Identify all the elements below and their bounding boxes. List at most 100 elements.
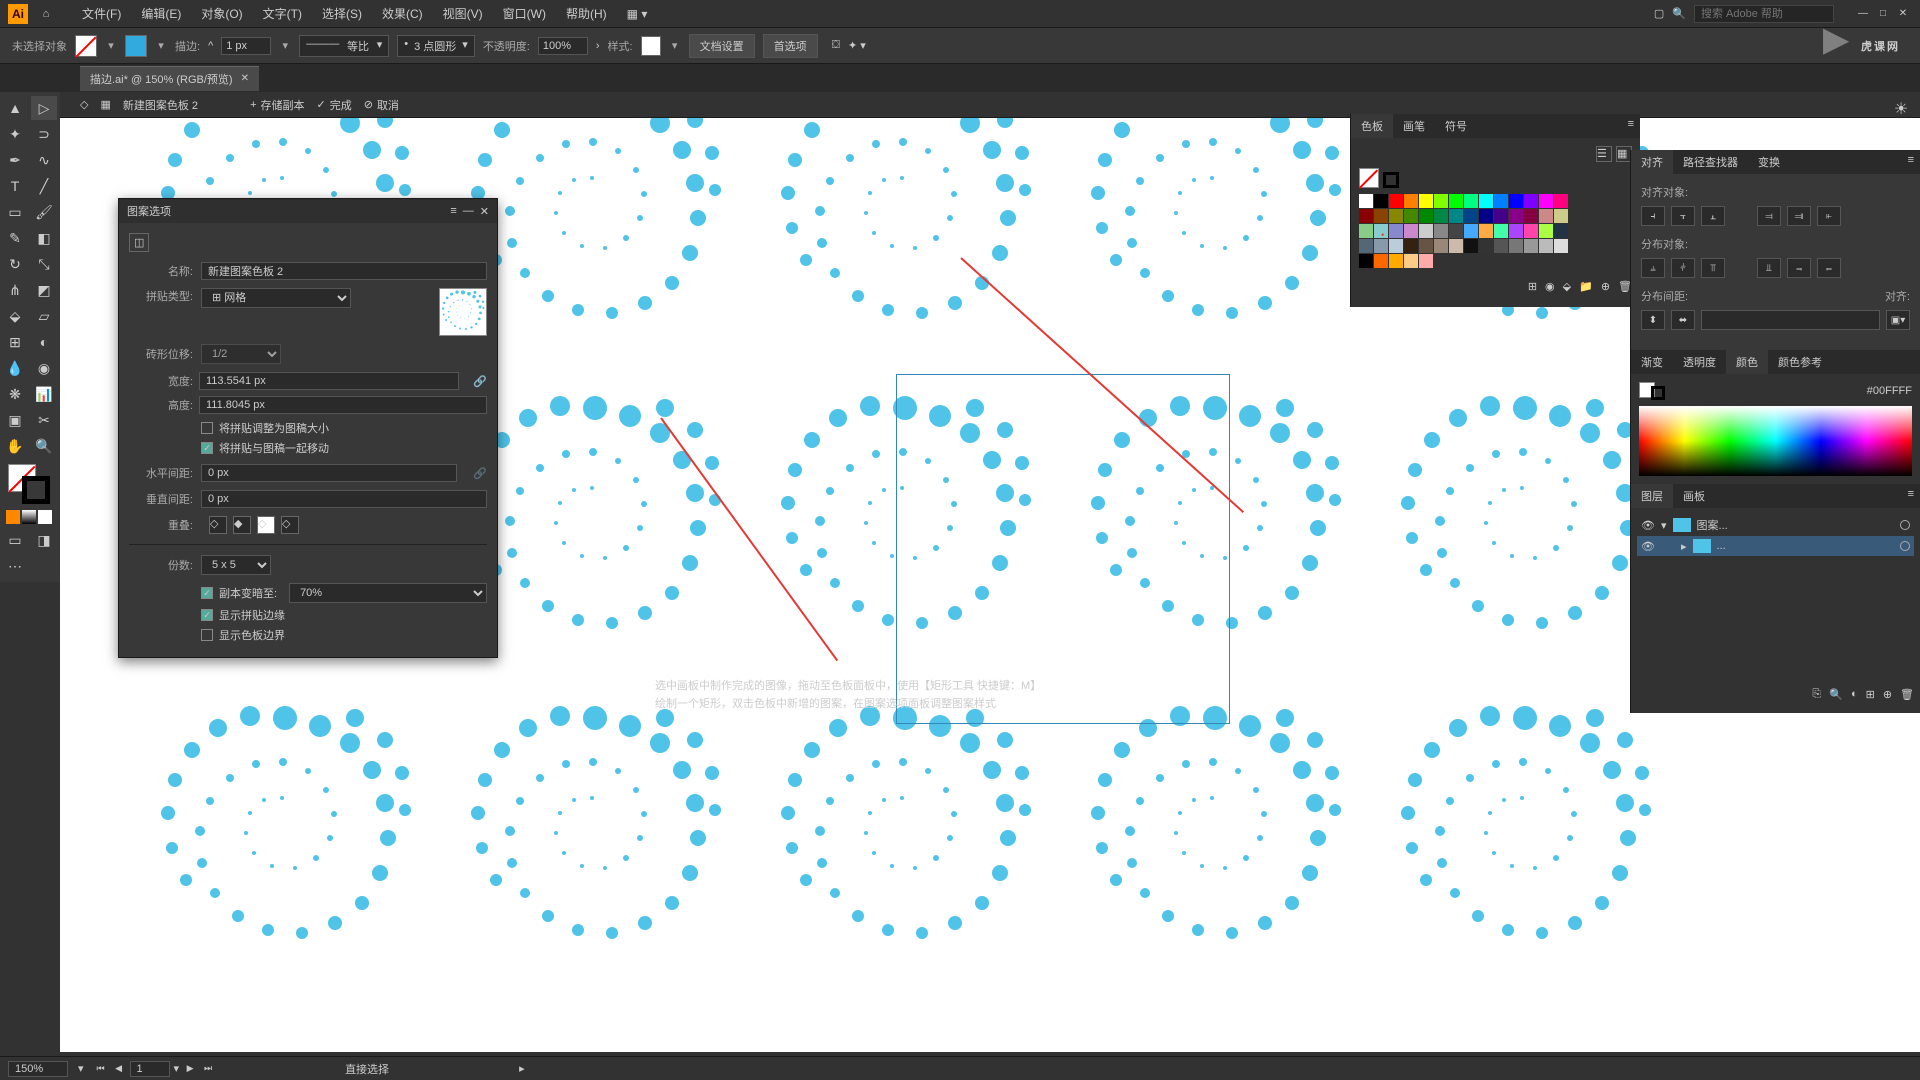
swatch[interactable] bbox=[1479, 239, 1493, 253]
swatch[interactable] bbox=[1404, 224, 1418, 238]
swatch[interactable] bbox=[1434, 239, 1448, 253]
align-right-icon[interactable]: ⫠ bbox=[1701, 206, 1725, 226]
visibility-icon[interactable]: 👁 bbox=[1641, 539, 1655, 553]
menu-file[interactable]: 文件(F) bbox=[72, 5, 131, 22]
mesh-tool[interactable]: ⊞ bbox=[2, 330, 28, 354]
target-icon[interactable] bbox=[1900, 541, 1910, 551]
first-artboard-icon[interactable]: ⏮ bbox=[94, 1062, 108, 1076]
new-sublayer-icon[interactable]: ⊞ bbox=[1866, 688, 1875, 701]
panel-menu-icon[interactable]: ≡ bbox=[1902, 484, 1920, 508]
none-mode-icon[interactable] bbox=[38, 510, 52, 524]
swatch[interactable] bbox=[1479, 224, 1493, 238]
transform-icon[interactable]: ✦ ▾ bbox=[848, 39, 866, 52]
style-swatch[interactable] bbox=[641, 36, 661, 56]
swatch[interactable] bbox=[1554, 194, 1568, 208]
swatch[interactable] bbox=[1539, 194, 1553, 208]
scale-tool[interactable]: ⤡ bbox=[31, 252, 57, 276]
zoom-dd[interactable]: ▾ bbox=[78, 1062, 84, 1075]
fill-dd[interactable]: ▾ bbox=[105, 39, 117, 52]
swatch[interactable] bbox=[1464, 224, 1478, 238]
swatch[interactable] bbox=[1389, 194, 1403, 208]
screen-mode-normal[interactable]: ▭ bbox=[2, 528, 28, 552]
stroke-swatch[interactable] bbox=[125, 35, 147, 57]
tab-brushes[interactable]: 画笔 bbox=[1393, 114, 1435, 138]
swatch[interactable] bbox=[1419, 254, 1433, 268]
maximize-button[interactable]: □ bbox=[1874, 7, 1892, 21]
swatch[interactable] bbox=[1494, 239, 1508, 253]
locate-icon[interactable]: ⎘ bbox=[1812, 688, 1821, 701]
status-dd[interactable]: ▸ bbox=[519, 1062, 525, 1075]
swatch[interactable] bbox=[1554, 239, 1568, 253]
swatch[interactable] bbox=[1509, 209, 1523, 223]
eyedropper-tool[interactable]: 💧 bbox=[2, 356, 28, 380]
close-button[interactable]: ✕ bbox=[1894, 7, 1912, 21]
tab-transparency[interactable]: 透明度 bbox=[1673, 350, 1726, 374]
prev-artboard-icon[interactable]: ◀ bbox=[112, 1062, 126, 1076]
paintbrush-tool[interactable]: 🖌 bbox=[31, 200, 57, 224]
arrange-icon[interactable]: ▢ bbox=[1654, 7, 1664, 20]
new-group-icon[interactable]: 📁 bbox=[1579, 280, 1593, 293]
layer-row[interactable]: 👁 ▸ ... bbox=[1637, 536, 1914, 556]
swatch-libraries-icon[interactable]: ⊞ bbox=[1528, 280, 1537, 293]
panel-close-icon[interactable]: ✕ bbox=[480, 205, 489, 218]
gradient-tool[interactable]: ◐ bbox=[31, 330, 57, 354]
swatch[interactable] bbox=[1374, 254, 1388, 268]
stroke-proxy[interactable] bbox=[1383, 172, 1399, 188]
perspective-tool[interactable]: ▱ bbox=[31, 304, 57, 328]
expand-icon[interactable]: ▾ bbox=[1661, 519, 1667, 532]
swatch[interactable] bbox=[1524, 224, 1538, 238]
minimize-button[interactable]: — bbox=[1854, 7, 1872, 21]
selection-tool[interactable]: ▲ bbox=[2, 96, 28, 120]
pen-tool[interactable]: ✒ bbox=[2, 148, 28, 172]
menu-edit[interactable]: 编辑(E) bbox=[131, 5, 191, 22]
tab-color-guide[interactable]: 颜色参考 bbox=[1768, 350, 1832, 374]
swatch[interactable] bbox=[1359, 194, 1373, 208]
menu-type[interactable]: 文字(T) bbox=[253, 5, 312, 22]
type-tool[interactable]: T bbox=[2, 174, 28, 198]
swatch[interactable] bbox=[1374, 194, 1388, 208]
layer-name[interactable]: ... bbox=[1717, 540, 1726, 552]
cancel-button[interactable]: ⊘取消 bbox=[364, 97, 399, 113]
swatch[interactable] bbox=[1359, 224, 1373, 238]
show-swatch-bounds-checkbox[interactable] bbox=[201, 629, 213, 641]
expand-icon[interactable]: ▸ bbox=[1681, 540, 1687, 553]
opacity-input[interactable] bbox=[538, 37, 588, 55]
swatch[interactable] bbox=[1419, 224, 1433, 238]
menu-window[interactable]: 窗口(W) bbox=[493, 5, 556, 22]
swatch[interactable] bbox=[1509, 239, 1523, 253]
tab-artboards[interactable]: 画板 bbox=[1673, 484, 1715, 508]
swatch-options-icon[interactable]: ⬙ bbox=[1563, 280, 1571, 293]
profile-select[interactable]: ―――等比▾ bbox=[299, 35, 389, 57]
swatch[interactable] bbox=[1464, 239, 1478, 253]
align-to-select[interactable]: ▣▾ bbox=[1886, 310, 1910, 330]
hand-tool[interactable]: ✋ bbox=[2, 434, 28, 458]
panel-menu-icon[interactable]: ≡ bbox=[1622, 114, 1640, 138]
fill-swatch[interactable] bbox=[75, 35, 97, 57]
panel-menu-icon[interactable]: ≡ bbox=[450, 205, 456, 218]
edit-toolbar[interactable]: ⋯ bbox=[2, 554, 28, 578]
tab-transform[interactable]: 变换 bbox=[1748, 150, 1790, 174]
back-icon[interactable]: ◇ bbox=[80, 98, 88, 111]
swatch[interactable] bbox=[1389, 209, 1403, 223]
swatch[interactable] bbox=[1524, 194, 1538, 208]
swatch[interactable] bbox=[1404, 194, 1418, 208]
swatch[interactable] bbox=[1449, 209, 1463, 223]
name-input[interactable] bbox=[201, 262, 487, 280]
next-artboard-icon[interactable]: ▶ bbox=[183, 1062, 197, 1076]
menu-view[interactable]: 视图(V) bbox=[433, 5, 493, 22]
panel-menu-icon[interactable]: ≡ bbox=[1902, 150, 1920, 174]
swatch[interactable] bbox=[1434, 209, 1448, 223]
swatch[interactable] bbox=[1434, 194, 1448, 208]
blend-tool[interactable]: ◉ bbox=[31, 356, 57, 380]
shaper-tool[interactable]: ✎ bbox=[2, 226, 28, 250]
graph-tool[interactable]: 📊 bbox=[31, 382, 57, 406]
tab-gradient[interactable]: 渐变 bbox=[1631, 350, 1673, 374]
swatch[interactable] bbox=[1404, 209, 1418, 223]
home-icon[interactable]: ⌂ bbox=[36, 4, 56, 24]
swatch[interactable] bbox=[1419, 239, 1433, 253]
direct-selection-tool[interactable]: ▷ bbox=[31, 96, 57, 120]
color-spectrum[interactable] bbox=[1639, 406, 1912, 476]
dist-vcenter-icon[interactable]: ⫩ bbox=[1671, 258, 1695, 278]
dist-bottom-icon[interactable]: ⫪ bbox=[1701, 258, 1725, 278]
stroke-dd[interactable]: ▾ bbox=[155, 39, 167, 52]
